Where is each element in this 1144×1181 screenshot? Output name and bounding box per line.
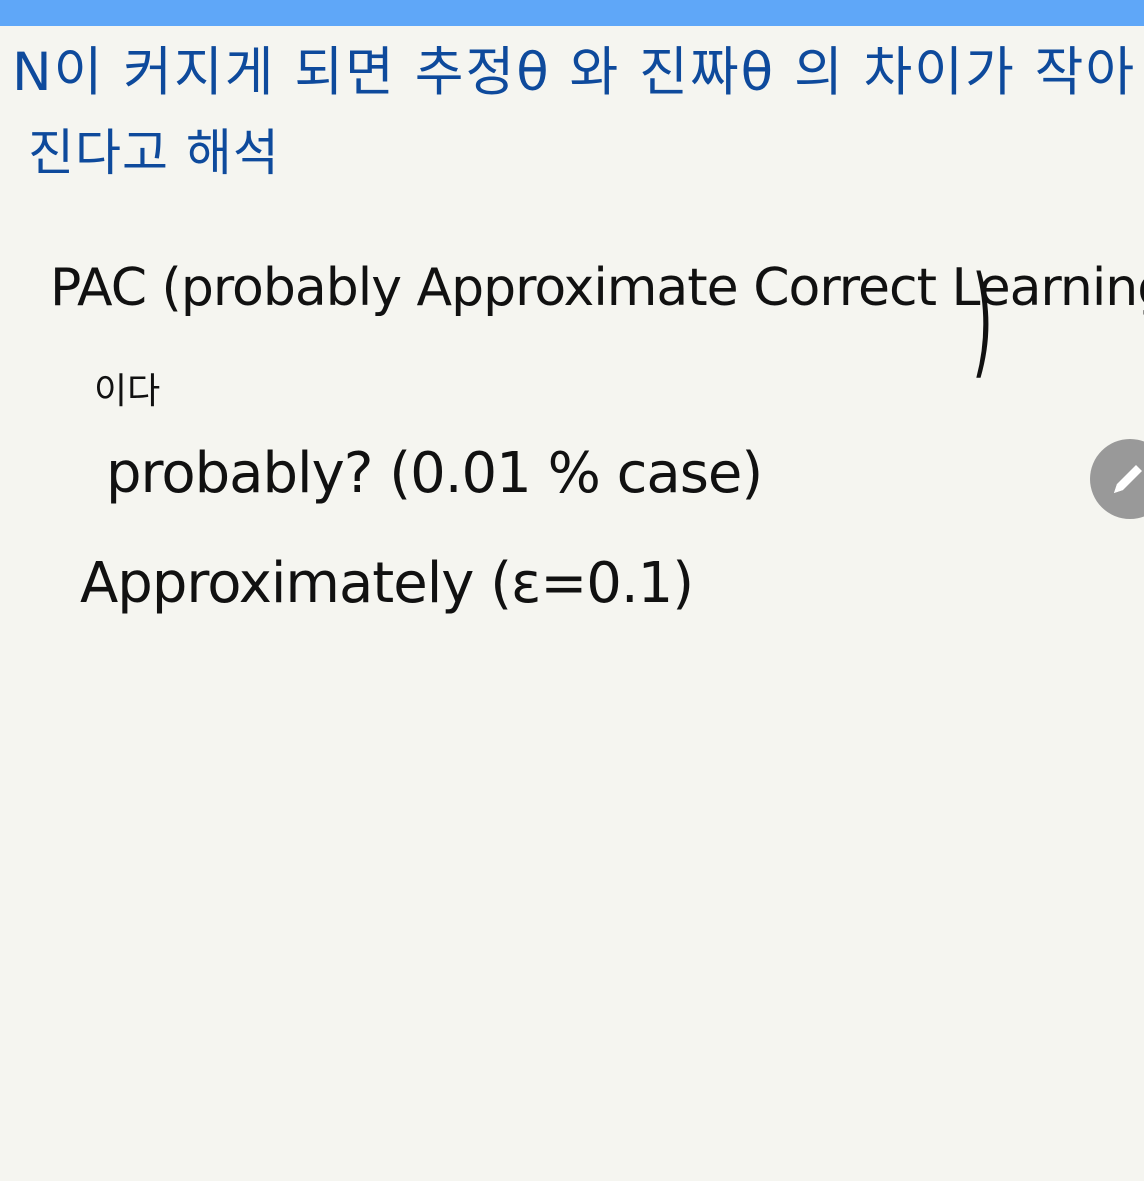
top-bar [0,0,1144,26]
closing-paren: ) [972,252,994,391]
note-line-1: N이 커지게 되면 추정θ 와 진짜θ 의 차이가 작아 [12,42,1137,103]
note-line-2: 진다고 해석 [28,124,280,182]
note-line-approximately: Approximately (ε=0.1) [80,551,694,616]
note-line-probably: probably? (0.01 % case) [106,441,763,506]
pencil-icon [1114,465,1142,493]
note-line-4: 이다 [94,371,161,412]
note-app: N이 커지게 되면 추정θ 와 진짜θ 의 차이가 작아 진다고 해석 PAC … [0,0,1144,1181]
